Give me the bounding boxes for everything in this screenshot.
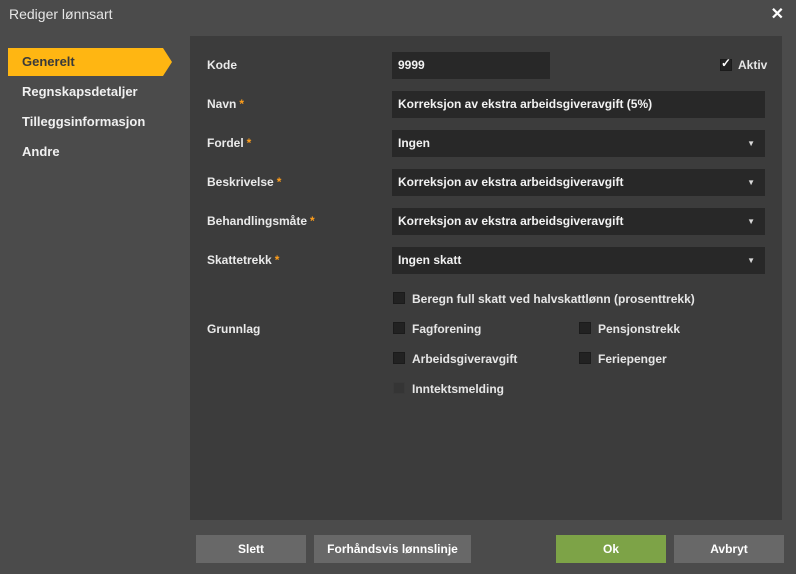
chevron-down-icon[interactable]: ▼: [747, 208, 755, 235]
beskrivelse-label: Beskrivelse *: [207, 175, 282, 189]
inntektsmelding-checkbox: [393, 382, 405, 394]
arbeidsgiveravgift-label: Arbeidsgiveravgift: [412, 352, 518, 366]
pensjonstrekk-label: Pensjonstrekk: [598, 322, 681, 336]
navn-label: Navn *: [207, 97, 245, 111]
aktiv-checkbox[interactable]: [720, 56, 732, 71]
avbryt-button[interactable]: Avbryt: [674, 535, 784, 563]
close-icon[interactable]: ✕: [771, 4, 784, 24]
ok-button[interactable]: Ok: [556, 535, 666, 563]
beregn-full-skatt-checkbox[interactable]: [393, 292, 405, 304]
fagforening-checkbox[interactable]: [393, 322, 405, 334]
chevron-down-icon[interactable]: ▼: [747, 130, 755, 157]
skattetrekk-value: Ingen skatt: [398, 253, 462, 267]
skattetrekk-label: Skattetrekk *: [207, 253, 280, 267]
required-marker: *: [276, 175, 282, 189]
navn-input[interactable]: Korreksjon av ekstra arbeidsgiveravgift …: [392, 91, 765, 118]
grunnlag-label: Grunnlag: [207, 322, 261, 336]
sidebar-item-tilleggsinformasjon[interactable]: Tilleggsinformasjon: [8, 108, 163, 136]
sidebar-item-andre[interactable]: Andre: [8, 138, 163, 166]
required-marker: *: [310, 214, 315, 228]
behandlingsmate-select[interactable]: Korreksjon av ekstra arbeidsgiveravgift …: [392, 208, 765, 235]
fagforening-label: Fagforening: [412, 322, 482, 336]
fordel-label: Fordel *: [207, 136, 252, 150]
behandlingsmate-label: Behandlingsmåte *: [207, 214, 315, 228]
skattetrekk-select[interactable]: Ingen skatt ▼: [392, 247, 765, 274]
slett-button[interactable]: Slett: [196, 535, 306, 563]
title-bar: Rediger lønnsart ✕: [0, 0, 796, 30]
feriepenger-label: Feriepenger: [598, 352, 667, 366]
kode-label: Kode: [207, 58, 237, 72]
chevron-down-icon[interactable]: ▼: [747, 247, 755, 274]
kode-input[interactable]: 9999: [392, 52, 550, 79]
beskrivelse-select[interactable]: Korreksjon av ekstra arbeidsgiveravgift …: [392, 169, 765, 196]
required-marker: *: [274, 253, 280, 267]
beregn-full-skatt-label: Beregn full skatt ved halvskattlønn (pro…: [412, 292, 695, 306]
forhandsvis-lonnslinje-button[interactable]: Forhåndsvis lønnslinje: [314, 535, 471, 563]
fordel-select[interactable]: Ingen ▼: [392, 130, 765, 157]
behandlingsmate-value: Korreksjon av ekstra arbeidsgiveravgift: [398, 214, 624, 228]
feriepenger-checkbox[interactable]: [579, 352, 591, 364]
beskrivelse-value: Korreksjon av ekstra arbeidsgiveravgift: [398, 175, 624, 189]
inntektsmelding-label: Inntektsmelding: [412, 382, 505, 396]
required-marker: *: [246, 136, 252, 150]
aktiv-label: Aktiv: [738, 58, 768, 72]
sidebar-item-regnskapsdetaljer[interactable]: Regnskapsdetaljer: [8, 78, 163, 106]
pensjonstrekk-checkbox[interactable]: [579, 322, 591, 334]
chevron-down-icon[interactable]: ▼: [747, 169, 755, 196]
fordel-value: Ingen: [398, 136, 430, 150]
dialog-title: Rediger lønnsart: [9, 6, 113, 22]
arbeidsgiveravgift-checkbox[interactable]: [393, 352, 405, 364]
sidebar-item-generelt[interactable]: Generelt: [8, 48, 172, 76]
required-marker: *: [239, 97, 245, 111]
